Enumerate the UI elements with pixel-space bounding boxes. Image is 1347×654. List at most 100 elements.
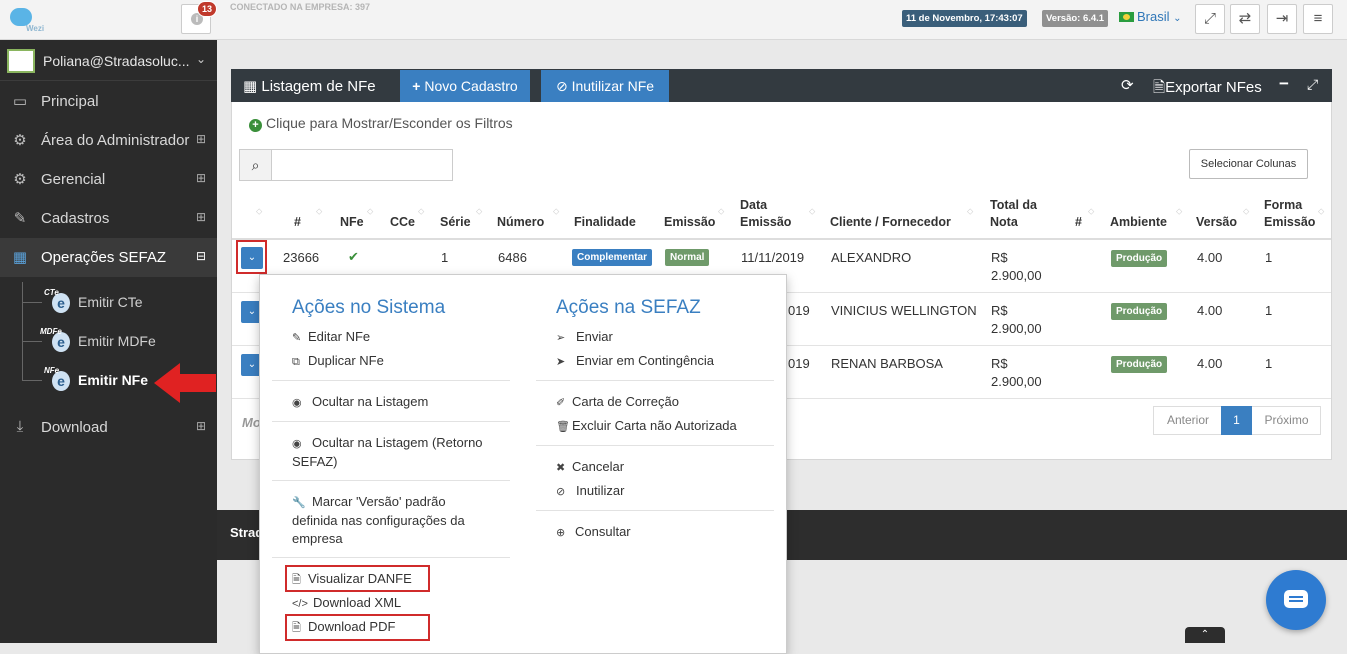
download-icon: ⤓ xyxy=(16,418,24,435)
cell-total: 2.900,00 xyxy=(991,374,1042,389)
column-header-numero[interactable]: Número xyxy=(497,214,544,231)
search-button[interactable]: ⌕ xyxy=(239,149,272,181)
menu-item-ocultar-retorno-sefaz[interactable]: ◉ Ocultar na Listagem (Retorno SEFAZ) xyxy=(292,434,502,471)
fullscreen-button[interactable]: ⤢ xyxy=(1195,4,1225,34)
sidebar-item-principal[interactable]: ▭ Principal xyxy=(0,82,217,121)
brazil-flag-icon xyxy=(1119,12,1134,22)
sort-icon: ⬦ xyxy=(1243,206,1250,216)
file-excel-icon: 🗎 xyxy=(1153,79,1166,96)
sort-icon: ⬦ xyxy=(256,206,263,216)
sidebar-item-download[interactable]: ⤓ Download ⊞ xyxy=(0,408,217,447)
menu-divider xyxy=(536,510,774,511)
country-selector[interactable]: Brasil ⌄ xyxy=(1119,9,1182,24)
menu-item-download-pdf[interactable]: 🗎 Download PDF xyxy=(292,618,395,637)
chevron-down-icon: ⌄ xyxy=(247,306,257,317)
logo-text: Wezi xyxy=(26,24,45,33)
column-header-total[interactable]: Total da Nota xyxy=(990,197,1037,231)
menu-divider xyxy=(536,380,774,381)
column-header-cliente[interactable]: Cliente / Fornecedor xyxy=(830,214,951,231)
sort-icon: ⬦ xyxy=(1088,206,1095,216)
menu-item-carta-correcao[interactable]: ✐ Carta de Correção xyxy=(556,393,679,412)
menu-item-label: Cancelar xyxy=(572,459,625,474)
menu-item-consultar[interactable]: ⊕ Consultar xyxy=(556,523,631,542)
expand-plus-icon: ⊞ xyxy=(196,210,207,224)
sidebar-item-gerencial[interactable]: ⚙ Gerencial ⊞ xyxy=(0,160,217,199)
menu-item-excluir-carta[interactable]: 🗑 Excluir Carta não Autorizada xyxy=(556,417,737,436)
trash-icon: 🗑 xyxy=(556,421,570,433)
menu-item-duplicar-nfe[interactable]: ⧉ Duplicar NFe xyxy=(292,352,384,371)
sidebar-subitem-emitir-cte[interactable]: e CTe Emitir CTe xyxy=(0,282,217,322)
notifications-button[interactable]: i 13 xyxy=(181,1,218,34)
ambiente-badge: Produção xyxy=(1111,303,1168,320)
notification-count-badge: 13 xyxy=(197,1,218,17)
menu-item-cancelar[interactable]: ✖ Cancelar xyxy=(556,458,624,477)
expand-plus-icon: ⊞ xyxy=(196,171,207,185)
pagination-page-1[interactable]: 1 xyxy=(1221,406,1252,435)
nfe-icon-label: NFe xyxy=(44,366,60,375)
new-record-button[interactable]: + Novo Cadastro xyxy=(400,70,530,102)
column-header-serie[interactable]: Série xyxy=(440,214,471,231)
sidebar-item-admin[interactable]: ⚙ Área do Administrador ⊞ xyxy=(0,121,217,160)
menu-divider xyxy=(272,380,510,381)
menu-item-label: Enviar em Contingência xyxy=(576,353,715,368)
expand-icon[interactable]: ⤢ xyxy=(1307,76,1318,93)
logout-button[interactable]: ⇥ xyxy=(1267,4,1297,34)
refresh-icon[interactable]: ⟳ xyxy=(1121,76,1134,94)
pagination-prev[interactable]: Anterior xyxy=(1154,407,1222,434)
cell-numero: 6486 xyxy=(498,250,527,265)
select-columns-button[interactable]: Selecionar Colunas xyxy=(1189,149,1308,179)
search-input[interactable] xyxy=(271,149,453,181)
menu-item-enviar-contingencia[interactable]: ➤ Enviar em Contingência xyxy=(556,352,714,371)
cell-cliente: RENAN BARBOSA xyxy=(831,356,943,371)
menu-item-ocultar-listagem[interactable]: ◉ Ocultar na Listagem xyxy=(292,393,428,412)
column-header-forma-emissao[interactable]: Forma Emissão xyxy=(1264,197,1315,231)
sidebar-subitem-emitir-mdfe[interactable]: e MDFe Emitir MDFe xyxy=(0,321,217,361)
menu-item-inutilizar[interactable]: ⊘ Inutilizar xyxy=(556,482,624,501)
ban-icon: ⊘ xyxy=(555,78,568,94)
export-button[interactable]: 🗎Exportar NFes xyxy=(1153,77,1262,102)
menu-item-editar-nfe[interactable]: ✎ Editar NFe xyxy=(292,328,370,347)
pagination-next[interactable]: Próximo xyxy=(1252,407,1321,434)
tree-line xyxy=(22,360,23,381)
user-menu[interactable]: Poliana@Stradasoluc... ⌄ xyxy=(0,40,217,81)
cell-total-currency: R$ xyxy=(991,250,1008,265)
cell-data: 11/11/2019 xyxy=(741,250,805,265)
cell-versao: 4.00 xyxy=(1197,250,1223,265)
switch-company-button[interactable]: ⇄ xyxy=(1230,4,1260,34)
menu-divider xyxy=(536,445,774,446)
menu-item-marcar-versao[interactable]: 🔧 Marcar 'Versão' padrão definida nas con… xyxy=(292,493,492,548)
menu-item-download-xml[interactable]: </> Download XML xyxy=(292,594,401,613)
filters-toggle[interactable]: + Clique para Mostrar/Esconder os Filtros xyxy=(249,115,513,132)
version-badge: Versão: 6.4.1 xyxy=(1042,10,1109,27)
cell-total-currency: R$ xyxy=(991,356,1008,371)
sidebar-item-cadastros[interactable]: ✎ Cadastros ⊞ xyxy=(0,199,217,238)
menu-item-enviar[interactable]: ➢ Enviar xyxy=(556,328,613,347)
column-header-nfe[interactable]: NFe xyxy=(340,214,364,231)
column-header-emissao[interactable]: Emissão xyxy=(664,214,715,231)
times-icon: ✖ xyxy=(556,462,566,474)
column-header-versao[interactable]: Versão xyxy=(1196,214,1237,231)
menu-divider xyxy=(272,557,510,558)
chevron-down-icon: ⌄ xyxy=(196,52,207,66)
column-header-id[interactable]: # xyxy=(294,214,301,231)
column-header-hash[interactable]: # xyxy=(1075,214,1082,231)
chat-button[interactable] xyxy=(1266,570,1326,630)
minimize-icon[interactable]: − xyxy=(1279,74,1289,94)
menu-button[interactable]: ≡ xyxy=(1303,4,1333,34)
expand-icon: ⤢ xyxy=(1203,10,1216,27)
sidebar-item-label: Gerencial xyxy=(41,171,106,188)
menu-divider xyxy=(272,480,510,481)
scroll-top-button[interactable]: ⌃ xyxy=(1185,627,1225,643)
column-header-data-emissao[interactable]: Data Emissão xyxy=(740,197,791,231)
app-logo[interactable]: Wezi xyxy=(8,4,45,34)
cell-total-currency: R$ xyxy=(991,303,1008,318)
ban-icon: ⊘ xyxy=(556,486,566,498)
hamburger-icon: ≡ xyxy=(1313,10,1323,27)
column-header-cce[interactable]: CCe xyxy=(390,214,415,231)
sidebar-item-operacoes-sefaz[interactable]: ▦ Operações SEFAZ ⊟ xyxy=(0,238,217,277)
column-header-finalidade[interactable]: Finalidade xyxy=(574,214,636,231)
sort-icon: ⬦ xyxy=(418,206,425,216)
column-header-ambiente[interactable]: Ambiente xyxy=(1110,214,1167,231)
void-nfe-button[interactable]: ⊘ Inutilizar NFe xyxy=(541,70,669,102)
menu-item-visualizar-danfe[interactable]: 🗎 Visualizar DANFE xyxy=(292,570,412,589)
